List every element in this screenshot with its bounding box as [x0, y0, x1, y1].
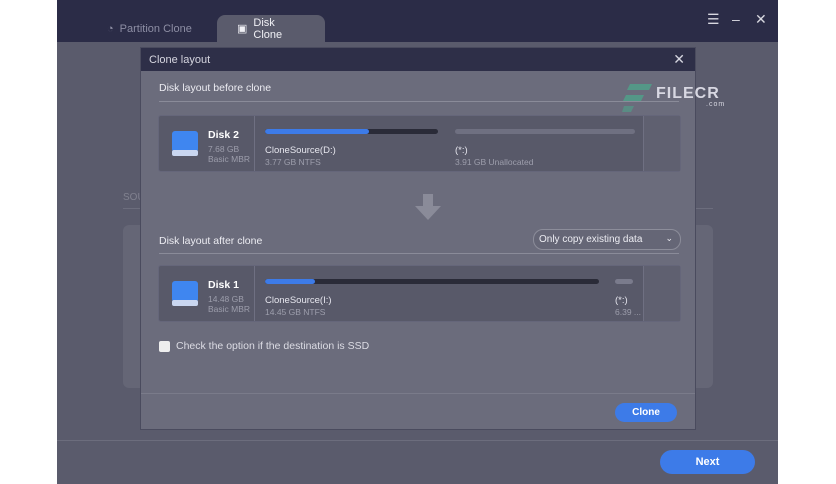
disk-scroll-area	[643, 266, 680, 321]
disk-icon: ▣	[237, 23, 248, 35]
ssd-checkbox[interactable]	[159, 341, 170, 352]
partition-name: CloneSource(I:)	[265, 295, 332, 306]
after-label: Disk layout after clone	[159, 235, 263, 247]
partition-detail: 3.77 GB NTFS	[265, 157, 321, 167]
partition-detail: 6.39 ...	[615, 307, 641, 317]
next-button[interactable]: Next	[660, 450, 755, 474]
disk-name: Disk 1	[208, 279, 239, 291]
source-disk[interactable]: Disk 2 7.68 GB Basic MBR CloneSource(D:) …	[158, 115, 681, 172]
unallocated-bar	[455, 129, 635, 134]
dialog-header: Clone layout ✕	[141, 48, 695, 71]
clone-button[interactable]: Clone	[615, 403, 677, 422]
arrow-down-icon	[415, 194, 441, 220]
divider	[159, 253, 679, 254]
destination-disk[interactable]: Disk 1 14.48 GB Basic MBR CloneSource(I:)…	[158, 265, 681, 322]
menu-icon[interactable]: ☰	[707, 11, 720, 28]
separator	[254, 116, 255, 171]
partition-icon: ◔	[107, 22, 114, 35]
watermark: FILECR .com	[656, 85, 726, 108]
partition-detail: 14.45 GB NTFS	[265, 307, 326, 317]
tab-disk-clone[interactable]: ▣ Disk Clone	[217, 15, 325, 42]
partition-usage-bar	[265, 129, 438, 134]
partition-name: (*:)	[455, 145, 468, 156]
chevron-down-icon: ⌄	[665, 233, 673, 243]
disk-name: Disk 2	[208, 129, 239, 141]
unallocated-bar	[615, 279, 633, 284]
minimize-button[interactable]: –	[732, 11, 740, 27]
separator	[254, 266, 255, 321]
partition-name: CloneSource(D:)	[265, 145, 336, 156]
partition-usage-bar	[265, 279, 599, 284]
disk-info: 14.48 GB Basic MBR	[208, 294, 251, 314]
dialog-title: Clone layout	[149, 53, 211, 66]
partition-name: (*:)	[615, 295, 628, 306]
hard-drive-icon	[172, 281, 198, 306]
close-icon[interactable]: ✕	[673, 51, 685, 68]
partition-detail: 3.91 GB Unallocated	[455, 157, 534, 167]
hard-drive-icon	[172, 131, 198, 156]
title-bar: ◔ Partition Clone ▣ Disk Clone ☰ – ✕	[57, 0, 778, 42]
copy-option-dropdown[interactable]: Only copy existing data ⌄	[533, 229, 681, 250]
watermark-logo-icon	[622, 84, 652, 112]
footer-divider	[57, 440, 778, 441]
disk-info: 7.68 GB Basic MBR	[208, 144, 251, 164]
ssd-checkbox-label[interactable]: Check the option if the destination is S…	[176, 340, 369, 352]
disk-scroll-area	[643, 116, 680, 171]
clone-layout-dialog: Clone layout ✕ Disk layout before clone …	[140, 47, 696, 430]
close-button[interactable]: ✕	[755, 11, 767, 28]
dialog-footer-divider	[141, 393, 695, 394]
divider	[159, 101, 679, 102]
tab-partition-clone[interactable]: ◔ Partition Clone	[87, 15, 212, 42]
before-label: Disk layout before clone	[159, 82, 272, 94]
